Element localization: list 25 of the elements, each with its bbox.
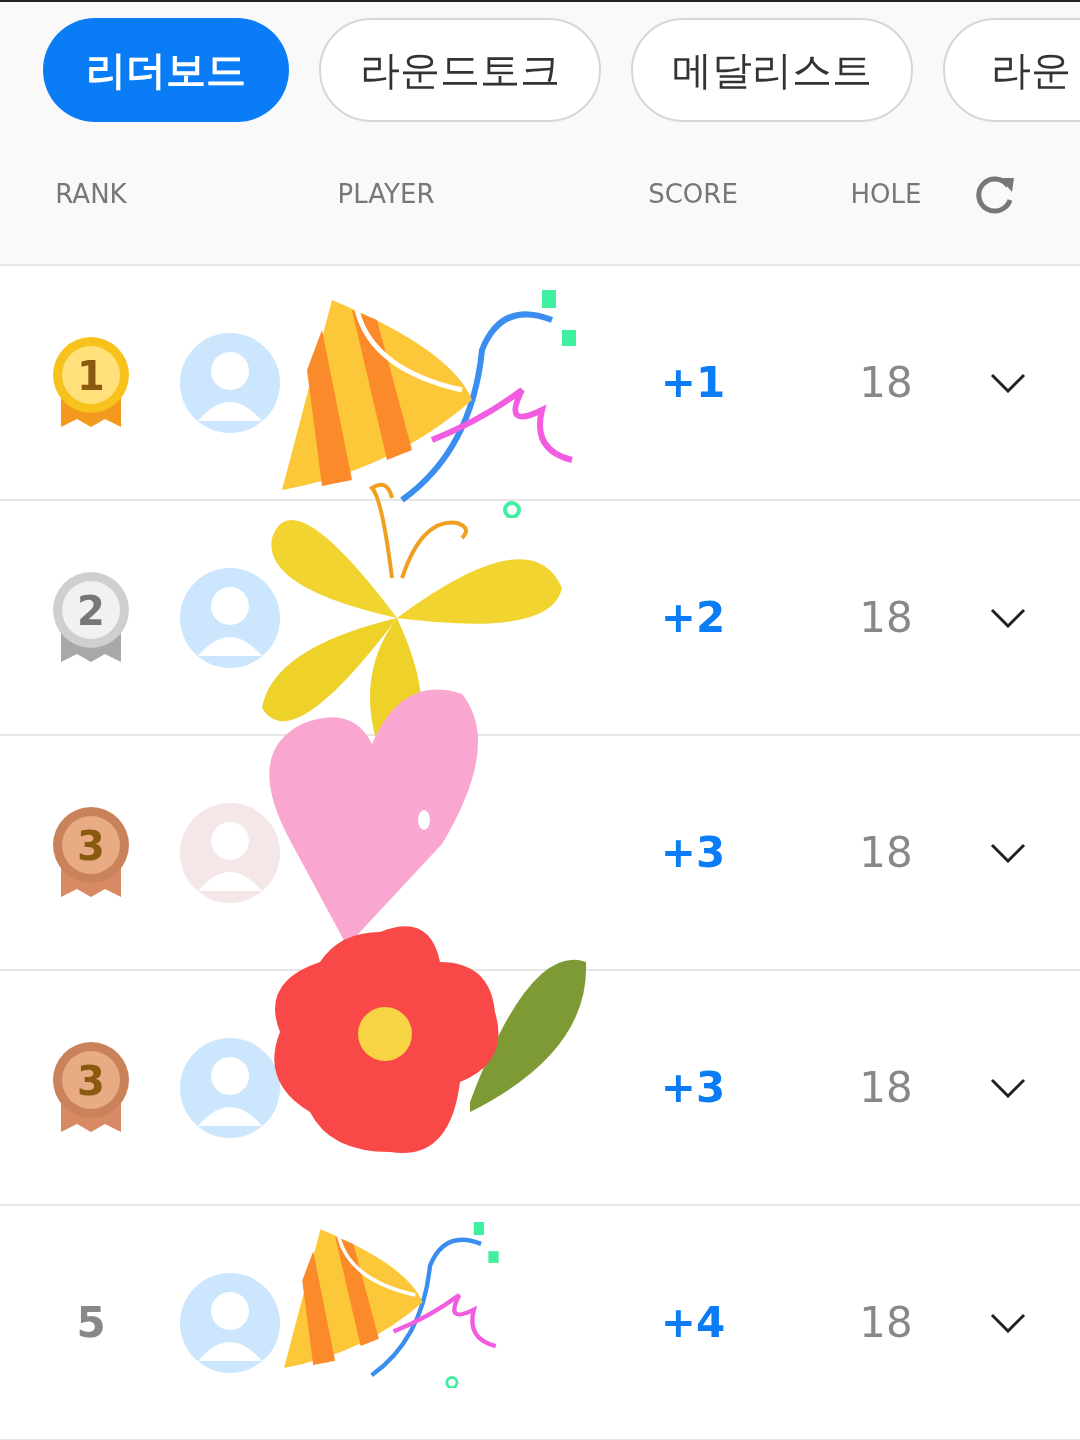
score: +2	[660, 593, 726, 642]
chevron-icon[interactable]	[990, 1077, 1026, 1098]
score: +1	[660, 358, 726, 407]
hole-count: 18	[859, 1063, 913, 1112]
tab[interactable]: 리더보드	[43, 18, 289, 122]
chevron-icon[interactable]	[990, 842, 1026, 863]
score: +3	[660, 828, 726, 877]
tab[interactable]: 라운	[943, 18, 1080, 122]
hole-count: 18	[859, 1298, 913, 1347]
refresh-icon[interactable]	[976, 174, 1016, 214]
hole-count: 18	[859, 593, 913, 642]
column-header: HOLE	[850, 179, 922, 209]
score: +3	[660, 1063, 726, 1112]
column-header: RANK	[55, 179, 127, 209]
score: +4	[660, 1298, 726, 1347]
tab[interactable]: 라운드토크	[319, 18, 601, 122]
hole-count: 18	[859, 828, 913, 877]
rank-number: 5	[76, 1298, 106, 1347]
chevron-icon[interactable]	[990, 607, 1026, 628]
chevron-icon[interactable]	[990, 372, 1026, 393]
hole-count: 18	[859, 358, 913, 407]
chevron-icon[interactable]	[990, 1312, 1026, 1333]
column-header: SCORE	[648, 179, 738, 209]
column-header: PLAYER	[337, 179, 435, 209]
tab[interactable]: 메달리스트	[631, 18, 913, 122]
